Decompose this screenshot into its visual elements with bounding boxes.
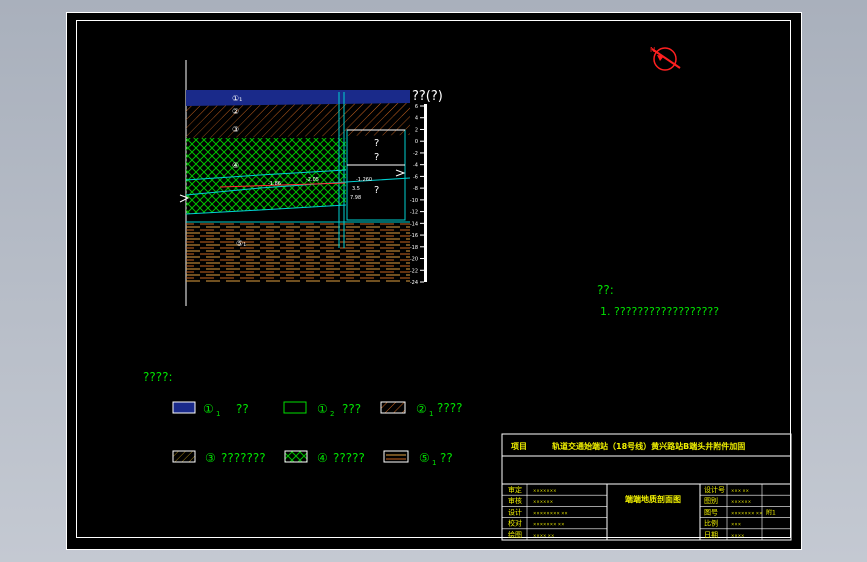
title-block-right-label: 图别 (704, 496, 718, 505)
layer-marker-2: ② (232, 107, 239, 116)
section-annotation: ? (374, 138, 379, 149)
svg-text:1: 1 (216, 410, 220, 418)
title-block-right-label: 比例 (704, 519, 718, 528)
title-block-left-label: 审核 (508, 496, 522, 505)
scale-tick-label: -12 (410, 210, 418, 216)
scale-tick-label: -14 (410, 221, 418, 227)
title-block-right-label: 图号 (704, 508, 718, 516)
notes-item: 1. ?????????????????? (600, 305, 719, 318)
scale-tick-label: -10 (410, 198, 418, 204)
scale-tick-label: -4 (413, 163, 418, 169)
svg-text:N: N (650, 46, 655, 54)
title-block-left-label: 校对 (508, 519, 522, 528)
layer-marker-5: ⑤₁ (236, 239, 246, 248)
title-block-right-value: ×××××× (731, 499, 751, 504)
svg-text:1: 1 (432, 459, 436, 467)
dim-label: -1.86 (268, 181, 281, 187)
legend-label: ????? (333, 451, 365, 465)
layer-4-fill (186, 138, 346, 214)
title-block-left-value: ×××××××× ×× (533, 510, 568, 515)
title-block-left-label: 设计 (508, 507, 522, 516)
section-annotation: ? (374, 185, 379, 196)
title-block-right-value: ××××××× ×× (731, 510, 762, 515)
drawing-canvas: N ①₁ ② ③ ④ ⑤₁ ? ? ? -1.86 -2.05 -1.260 3… (143, 46, 792, 541)
svg-text:④: ④ (317, 451, 328, 465)
title-block-right-value: ××× (731, 522, 741, 527)
scale-tick-label: 6 (415, 104, 418, 110)
dim-label: 7.98 (350, 195, 361, 201)
legend-label: ???? (437, 401, 462, 415)
legend: ① 1 ?? ① 2 ??? ② 1 ???? ③ ??????? ④ ????… (172, 401, 462, 467)
project-label: 项目 (511, 442, 527, 451)
svg-text:③: ③ (205, 451, 216, 465)
title-block-right-extra: 附1 (766, 508, 776, 516)
scale-tick-label: -2 (413, 151, 418, 157)
svg-text:②: ② (416, 402, 427, 416)
scale-tick-label: -6 (413, 174, 418, 180)
elevation-scale-ticks: 6 4 2 0 -2 -4 -6 -8 -10 -12 -14 -16 -18 -20 -22 -24 (410, 104, 424, 286)
drawing-name: 端端地质剖面图 (625, 494, 681, 504)
layer-5-fill (186, 222, 410, 282)
layer-3-fill (186, 116, 410, 138)
scale-tick-label: 0 (415, 139, 418, 145)
scale-tick-label: -18 (410, 245, 418, 251)
layer-marker-4: ④ (232, 161, 239, 170)
legend-swatch-empty (283, 401, 307, 414)
legend-swatch-orange-lines (383, 450, 409, 463)
legend-swatch-orange-hatch (380, 401, 406, 414)
title-block-right-label: 日期 (704, 531, 718, 539)
svg-text:①: ① (317, 402, 328, 416)
elevation-scale-bar (424, 104, 427, 282)
title-block-left-value: ×××× ×× (533, 533, 554, 538)
title-block: 审定 ×××××××审核 ××××××设计 ×××××××× ××校对 ××××××× … (501, 433, 792, 541)
title-block-right-label: 设计号 (704, 485, 725, 494)
north-arrow-icon: N (650, 46, 681, 71)
legend-label: ① (203, 402, 214, 416)
project-name: 轨道交通始端站（18号线）黄兴路站B端头井附件加固 (552, 441, 745, 451)
section-annotation: ? (374, 152, 379, 163)
legend-label: ?? (236, 402, 249, 416)
title-block-left-value: ×××××× (533, 499, 553, 504)
legend-label: ??????? (221, 451, 266, 465)
title-block-right-value: ×××× (731, 533, 744, 538)
title-block-left-value: ××××××× ×× (533, 522, 564, 527)
scale-tick-label: -20 (410, 257, 418, 263)
scale-tick-label: -24 (410, 280, 418, 286)
svg-text:⑤: ⑤ (419, 451, 430, 465)
scale-tick-label: -8 (413, 186, 418, 192)
svg-text:2: 2 (330, 410, 334, 418)
dim-label: -1.260 (356, 177, 372, 183)
scale-tick-label: -16 (410, 233, 418, 239)
layer-marker-3: ③ (232, 125, 239, 134)
scale-tick-label: 2 (415, 127, 418, 133)
geological-section: ①₁ ② ③ ④ ⑤₁ ? ? ? -1.86 -2.05 -1.260 3.5… (179, 60, 443, 306)
legend-swatch-olive-hatch (172, 450, 196, 463)
svg-text:1: 1 (429, 410, 433, 418)
dim-label: -2.05 (306, 177, 319, 183)
elevation-label: ??(?) (412, 89, 443, 104)
legend-swatch-green-cross (284, 450, 308, 463)
scale-tick-label: 4 (415, 116, 418, 122)
scale-tick-label: -22 (410, 268, 418, 274)
title-block-left-value: ××××××× (533, 488, 556, 493)
notes-heading: ??: (597, 283, 614, 297)
dim-label: 3.5 (352, 186, 360, 192)
legend-heading: ????: (143, 370, 173, 384)
legend-label: ??? (342, 402, 361, 416)
legend-swatch-blue (172, 401, 196, 414)
title-block-left-label: 审定 (508, 485, 522, 494)
layer-marker-1: ①₁ (232, 94, 242, 103)
title-block-right-value: ××× ×× (731, 488, 749, 493)
title-block-left-label: 绘图 (508, 530, 522, 539)
legend-label: ?? (440, 451, 453, 465)
